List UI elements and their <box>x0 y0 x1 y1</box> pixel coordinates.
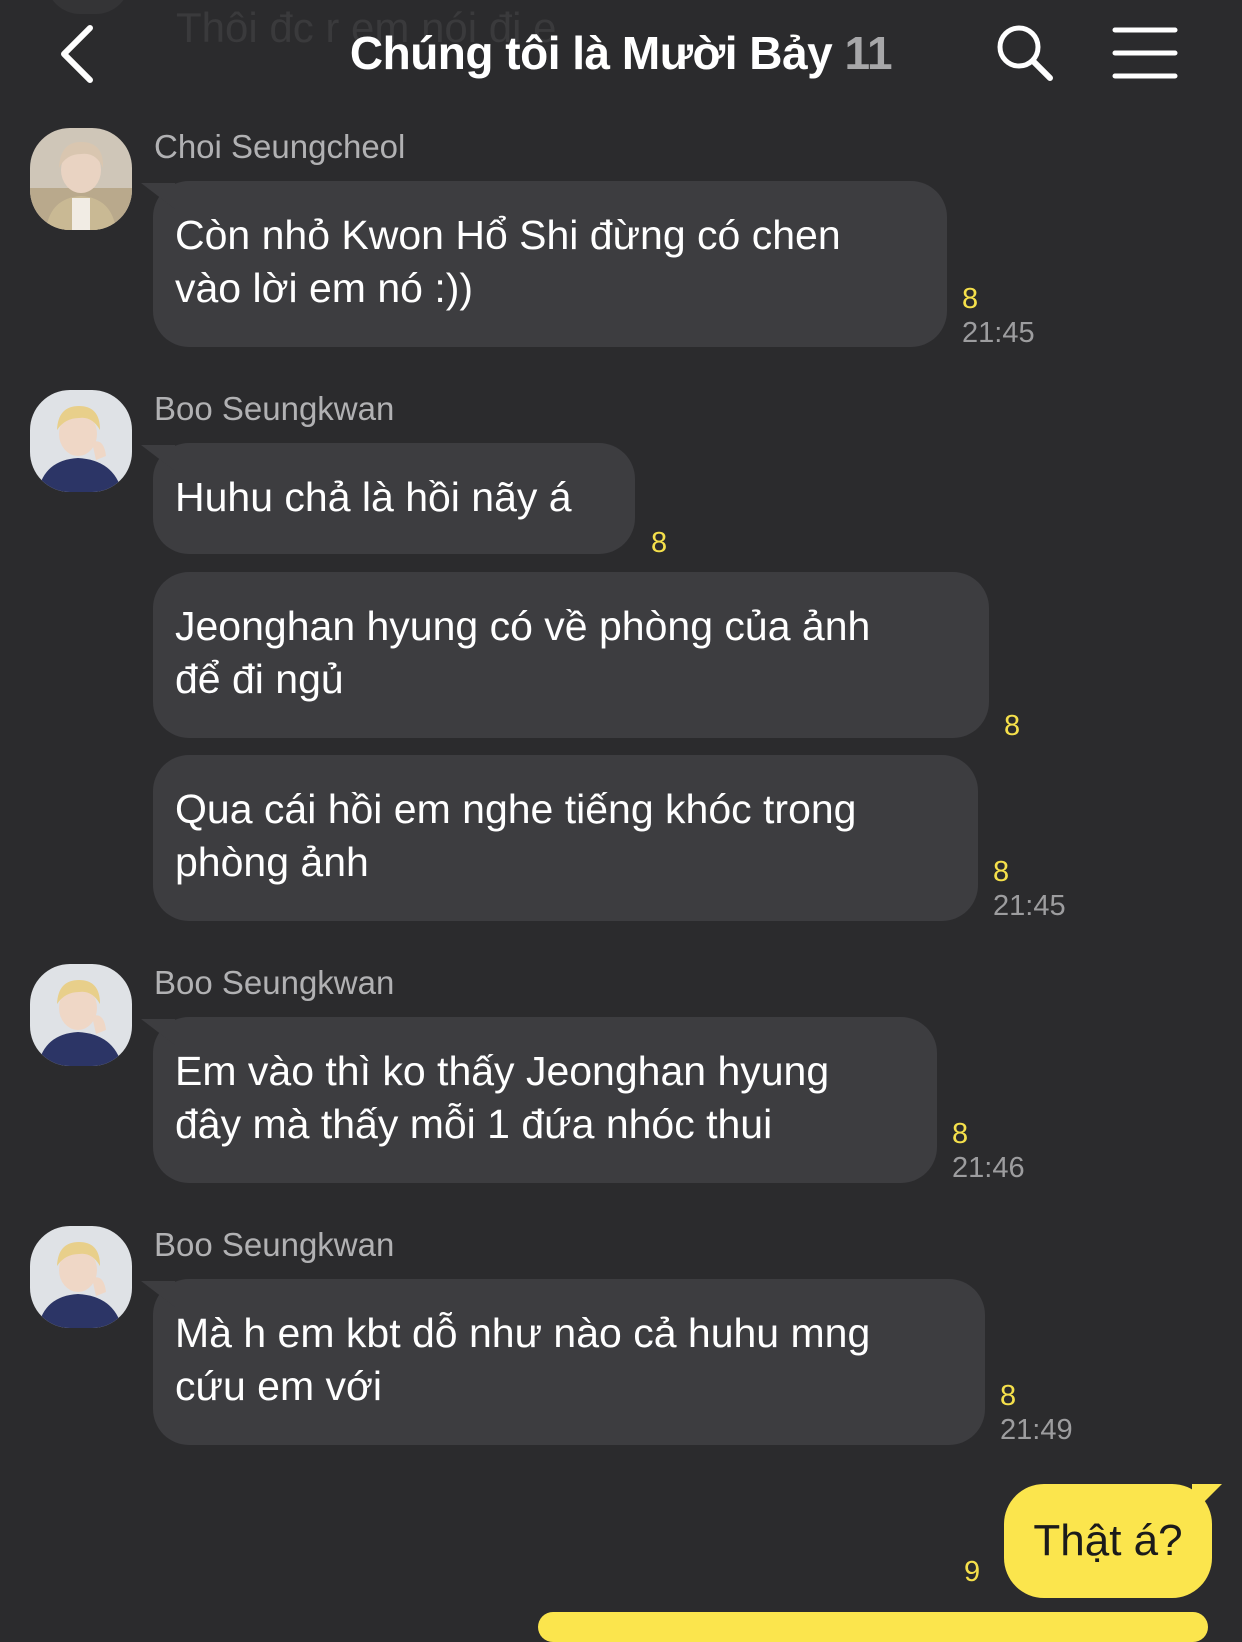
message-meta: 8 21:49 <box>1000 1379 1073 1447</box>
profile-photo-icon <box>30 1226 132 1328</box>
member-count: 11 <box>844 27 893 79</box>
sender-name: Boo Seungkwan <box>154 1226 395 1263</box>
menu-button[interactable] <box>1112 24 1178 82</box>
message-bubble[interactable]: Huhu chả là hồi nãy á <box>153 443 635 554</box>
message-bubble[interactable]: Qua cái hồi em nghe tiếng khóc trong phò… <box>153 755 978 921</box>
chat-room-name: Chúng tôi là Mười Bảy <box>349 27 833 79</box>
profile-photo-icon <box>30 390 132 492</box>
message-meta: 8 <box>651 526 667 560</box>
message-bubble[interactable]: Mà h em kbt dỗ như nào cả huhu mng cứu e… <box>153 1279 985 1445</box>
avatar-choi-seungcheol[interactable] <box>30 128 132 230</box>
unread-count: 8 <box>1000 1380 1017 1412</box>
chat-header: Chúng tôi là Mười Bảy 11 <box>0 0 1242 110</box>
avatar-boo-seungkwan[interactable] <box>30 390 132 492</box>
message-bubble[interactable]: Jeonghan hyung có về phòng của ảnh để đi… <box>153 572 989 738</box>
message-time: 21:45 <box>993 890 1066 922</box>
message-meta: 8 21:45 <box>962 282 1035 350</box>
my-message-bubble[interactable]: Thật á? <box>1004 1484 1212 1598</box>
unread-count: 8 <box>651 527 668 559</box>
search-button[interactable] <box>994 22 1056 84</box>
message-time: 21:46 <box>952 1152 1025 1184</box>
search-icon <box>997 25 1053 81</box>
unread-count: 8 <box>952 1118 969 1150</box>
hamburger-menu-icon <box>1112 27 1178 79</box>
avatar-boo-seungkwan[interactable] <box>30 964 132 1066</box>
sender-name: Choi Seungcheol <box>154 128 406 165</box>
unread-count: 8 <box>962 283 979 315</box>
next-message-bubble[interactable] <box>538 1612 1208 1642</box>
message-bubble[interactable]: Em vào thì ko thấy Jeonghan hyung đây mà… <box>153 1017 937 1183</box>
avatar-boo-seungkwan[interactable] <box>30 1226 132 1328</box>
sender-name: Boo Seungkwan <box>154 390 395 427</box>
profile-photo-icon <box>30 128 132 230</box>
message-time: 21:45 <box>962 317 1035 349</box>
message-bubble[interactable]: Còn nhỏ Kwon Hổ Shi đừng có chen vào lời… <box>153 181 947 347</box>
message-meta: 8 21:45 <box>993 855 1066 923</box>
profile-photo-icon <box>30 964 132 1066</box>
sender-name: Boo Seungkwan <box>154 964 395 1001</box>
unread-count: 8 <box>993 856 1010 888</box>
unread-count: 8 <box>1004 710 1021 742</box>
unread-count: 9 <box>964 1556 981 1588</box>
message-meta: 8 21:46 <box>952 1117 1025 1185</box>
message-meta: 8 <box>1004 709 1020 743</box>
message-time: 21:49 <box>1000 1414 1073 1446</box>
